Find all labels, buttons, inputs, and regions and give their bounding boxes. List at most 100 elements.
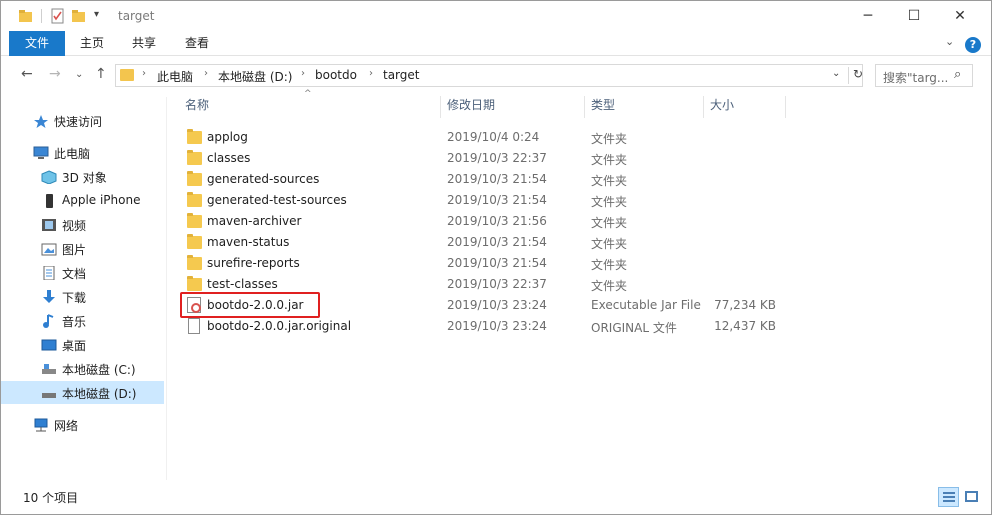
file-row[interactable]: applog 2019/10/4 0:24 文件夹 bbox=[179, 127, 789, 148]
sidebar-item-label: 文档 bbox=[62, 267, 87, 281]
help-icon[interactable]: ? bbox=[965, 37, 981, 53]
search-input[interactable]: 搜索"targ... bbox=[883, 69, 948, 86]
new-folder-icon[interactable] bbox=[71, 8, 87, 24]
file-name: maven-archiver bbox=[207, 214, 302, 228]
sidebar-item-label: 快速访问 bbox=[54, 115, 103, 129]
folder-icon bbox=[187, 255, 202, 270]
tab-file[interactable]: 文件 bbox=[9, 31, 65, 56]
column-divider[interactable] bbox=[785, 96, 786, 118]
music-icon bbox=[43, 314, 54, 328]
column-header-size[interactable]: 大小 bbox=[710, 93, 785, 118]
file-row[interactable]: surefire-reports 2019/10/3 21:54 文件夹 bbox=[179, 253, 789, 274]
tab-home[interactable]: 主页 bbox=[71, 31, 113, 56]
chevron-right-icon[interactable]: › bbox=[142, 68, 146, 79]
file-name: generated-sources bbox=[207, 172, 320, 186]
breadcrumb-bootdo[interactable]: bootdo bbox=[315, 68, 357, 82]
recent-locations-icon[interactable]: ⌄ bbox=[75, 69, 83, 80]
properties-icon[interactable] bbox=[50, 8, 66, 24]
file-row[interactable]: bootdo-2.0.0.jar.original 2019/10/3 23:2… bbox=[179, 316, 789, 337]
sidebar-item-3d-objects[interactable]: 3D 对象 bbox=[1, 165, 164, 188]
sidebar-item-quick-access[interactable]: 快速访问 bbox=[1, 109, 164, 132]
pane-divider[interactable] bbox=[166, 97, 167, 480]
sidebar-item-videos[interactable]: 视频 bbox=[1, 213, 164, 236]
details-view-button[interactable] bbox=[938, 487, 959, 507]
file-date: 2019/10/3 21:54 bbox=[447, 193, 547, 207]
search-box[interactable]: 搜索"targ... ⌕ bbox=[875, 64, 973, 87]
chevron-right-icon[interactable]: › bbox=[301, 68, 305, 79]
file-date: 2019/10/3 22:37 bbox=[447, 277, 547, 291]
file-icon bbox=[188, 318, 200, 334]
chevron-right-icon[interactable]: › bbox=[204, 68, 208, 79]
sidebar-item-music[interactable]: 音乐 bbox=[1, 309, 164, 332]
file-row[interactable]: classes 2019/10/3 22:37 文件夹 bbox=[179, 148, 789, 169]
highlight-box bbox=[180, 292, 320, 318]
up-icon[interactable]: ↑ bbox=[95, 66, 107, 82]
large-icons-view-button[interactable] bbox=[961, 487, 982, 507]
forward-icon[interactable]: → bbox=[49, 66, 61, 82]
sidebar-item-downloads[interactable]: 下载 bbox=[1, 285, 164, 308]
column-divider[interactable] bbox=[703, 96, 704, 118]
sidebar-item-label: 此电脑 bbox=[54, 147, 91, 161]
details-view-icon bbox=[943, 492, 955, 502]
phone-icon bbox=[46, 194, 53, 208]
column-header-name[interactable]: 名称 bbox=[185, 93, 440, 118]
back-icon[interactable]: ← bbox=[21, 66, 33, 82]
file-type: 文件夹 bbox=[591, 258, 628, 272]
file-row[interactable]: generated-test-sources 2019/10/3 21:54 文… bbox=[179, 190, 789, 211]
sidebar-item-apple-iphone[interactable]: Apple iPhone bbox=[1, 189, 164, 212]
file-type: 文件夹 bbox=[591, 195, 628, 209]
folder-icon bbox=[187, 150, 202, 165]
refresh-icon[interactable]: ↻ bbox=[848, 67, 863, 84]
video-icon bbox=[42, 219, 56, 231]
chevron-right-icon[interactable]: › bbox=[369, 68, 373, 79]
sidebar-item-this-pc[interactable]: 此电脑 bbox=[1, 141, 164, 164]
file-date: 2019/10/3 21:54 bbox=[447, 256, 547, 270]
folder-icon bbox=[187, 192, 202, 207]
file-name: bootdo-2.0.0.jar.original bbox=[207, 319, 352, 333]
sidebar-item-desktop[interactable]: 桌面 bbox=[1, 333, 164, 356]
network-icon bbox=[34, 418, 48, 432]
tab-share[interactable]: 共享 bbox=[123, 31, 165, 56]
sidebar-item-network[interactable]: 网络 bbox=[1, 413, 164, 436]
column-divider[interactable] bbox=[440, 96, 441, 118]
breadcrumb-this-pc[interactable]: 此电脑 bbox=[157, 68, 193, 85]
sidebar-item-drive-d[interactable]: 本地磁盘 (D:) bbox=[1, 381, 164, 404]
minimize-button[interactable]: ─ bbox=[845, 1, 891, 31]
title-separator bbox=[41, 9, 42, 23]
close-button[interactable]: ✕ bbox=[937, 1, 983, 31]
sidebar-item-drive-c[interactable]: 本地磁盘 (C:) bbox=[1, 357, 164, 380]
expand-ribbon-icon[interactable]: ⌄ bbox=[945, 35, 954, 48]
tab-view[interactable]: 查看 bbox=[176, 31, 218, 56]
folder-icon bbox=[187, 171, 202, 186]
column-header-date[interactable]: 修改日期 bbox=[447, 93, 584, 118]
column-divider[interactable] bbox=[584, 96, 585, 118]
sidebar-item-documents[interactable]: 文档 bbox=[1, 261, 164, 284]
maximize-button[interactable]: ☐ bbox=[891, 1, 937, 31]
folder-icon bbox=[187, 129, 202, 144]
quick-access-dropdown-icon[interactable]: ▾ bbox=[94, 9, 99, 25]
file-row[interactable]: generated-sources 2019/10/3 21:54 文件夹 bbox=[179, 169, 789, 190]
drive-icon bbox=[42, 364, 56, 374]
breadcrumb-target[interactable]: target bbox=[383, 68, 420, 82]
file-name: surefire-reports bbox=[207, 256, 300, 270]
file-type: 文件夹 bbox=[591, 174, 628, 188]
desktop-icon bbox=[41, 339, 57, 351]
column-header-type[interactable]: 类型 bbox=[591, 93, 703, 118]
sidebar-item-label: 音乐 bbox=[62, 315, 87, 329]
address-dropdown-icon[interactable]: ⌄ bbox=[832, 68, 840, 79]
sidebar-item-pictures[interactable]: 图片 bbox=[1, 237, 164, 260]
status-bar: 10 个项目 bbox=[1, 485, 991, 514]
sidebar-item-label: 视频 bbox=[62, 219, 87, 233]
file-date: 2019/10/4 0:24 bbox=[447, 130, 540, 144]
large-icons-view-icon bbox=[965, 491, 978, 502]
search-icon[interactable]: ⌕ bbox=[954, 67, 961, 82]
download-icon bbox=[43, 290, 55, 303]
address-toolbar: ← → ⌄ ↑ › 此电脑 › 本地磁盘 (D:) › bootdo › tar… bbox=[1, 57, 991, 93]
file-row[interactable]: maven-archiver 2019/10/3 21:56 文件夹 bbox=[179, 211, 789, 232]
breadcrumb-drive-d[interactable]: 本地磁盘 (D:) bbox=[218, 68, 292, 85]
picture-icon bbox=[41, 243, 57, 256]
file-row[interactable]: maven-status 2019/10/3 21:54 文件夹 bbox=[179, 232, 789, 253]
file-type: 文件夹 bbox=[591, 153, 628, 167]
address-bar[interactable]: › 此电脑 › 本地磁盘 (D:) › bootdo › target ⌄ ↻ bbox=[115, 64, 863, 87]
file-name: maven-status bbox=[207, 235, 290, 249]
